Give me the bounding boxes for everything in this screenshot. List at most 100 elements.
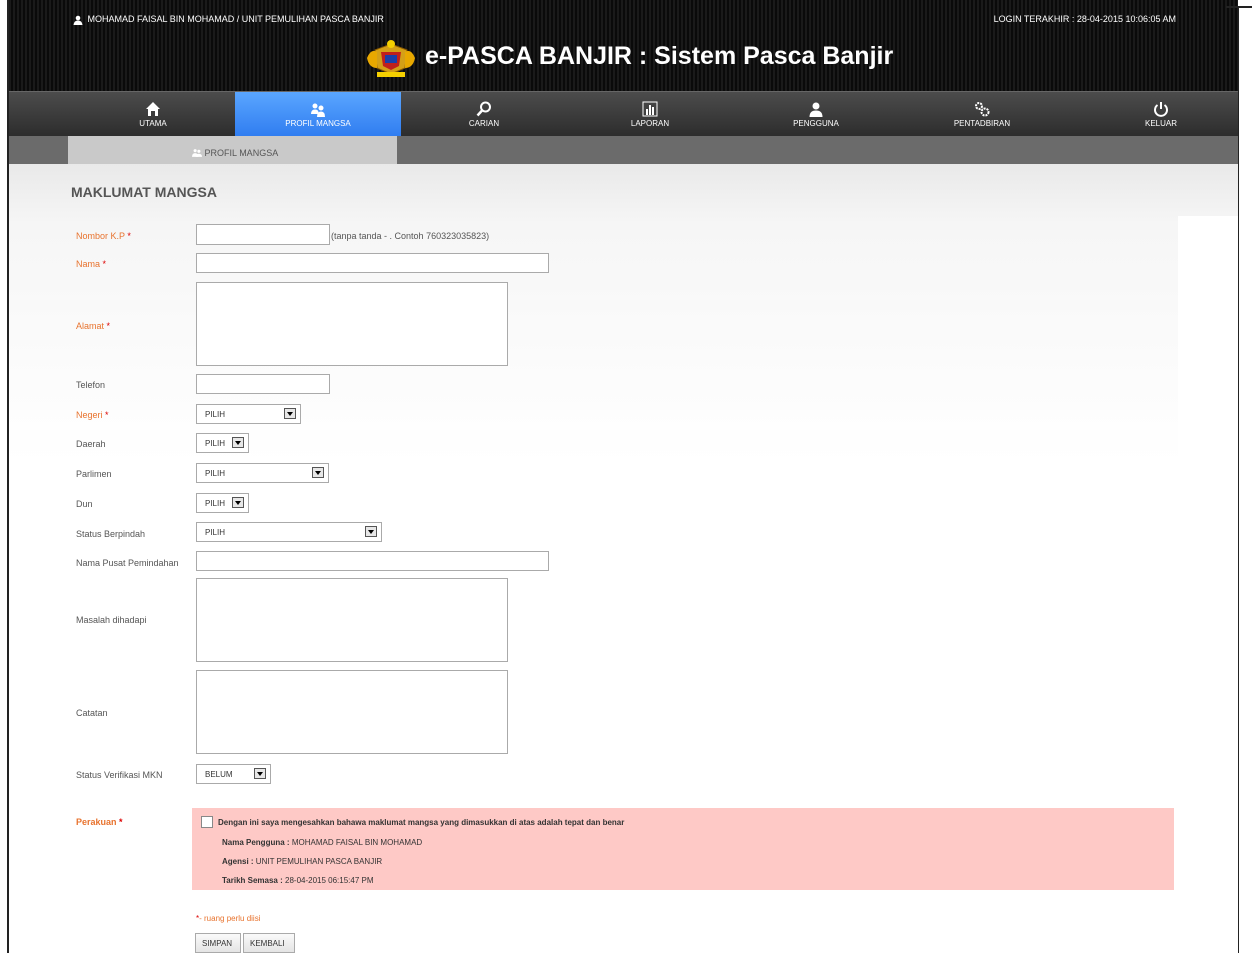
required-note-text: - ruang perlu diisi bbox=[199, 914, 261, 923]
last-login: LOGIN TERAKHIR : 28-04-2015 10:06:05 AM bbox=[993, 14, 1176, 24]
sub-nav: PROFIL MANGSA bbox=[9, 136, 1238, 164]
negeri-label: Negeri * bbox=[76, 410, 109, 420]
nama-pengguna-label: Nama Pengguna : bbox=[222, 838, 290, 847]
telefon-label: Telefon bbox=[76, 380, 106, 390]
users-icon bbox=[192, 149, 202, 157]
nav-profil-mangsa-label: PROFIL MANGSA bbox=[285, 119, 351, 128]
current-user: MOHAMAD FAISAL BIN MOHAMAD / UNIT PEMULI… bbox=[73, 14, 384, 25]
nama-pengguna-value: MOHAMAD FAISAL BIN MOHAMAD bbox=[291, 838, 423, 847]
tarikh-value: 28-04-2015 06:15:47 PM bbox=[285, 876, 374, 885]
verifikasi-select-value: BELUM bbox=[205, 770, 233, 779]
daerah-select[interactable]: PILIH bbox=[196, 433, 249, 453]
chevron-down-icon bbox=[232, 497, 244, 508]
verifikasi-label: Status Verifikasi MKN bbox=[76, 770, 163, 780]
catatan-label: Catatan bbox=[76, 708, 108, 718]
status-berpindah-select[interactable]: PILIH bbox=[196, 522, 382, 542]
power-icon bbox=[1154, 102, 1168, 117]
nokp-label-text: Nombor K.P bbox=[76, 231, 125, 241]
window-left-frame bbox=[0, 0, 9, 953]
agensi-label: Agensi : bbox=[222, 857, 254, 866]
alamat-label: Alamat * bbox=[76, 321, 111, 331]
nav-utama-label: UTAMA bbox=[139, 119, 167, 128]
agensi-value: UNIT PEMULIHAN PASCA BANJIR bbox=[255, 857, 383, 866]
user-icon bbox=[809, 102, 823, 117]
app-header: MOHAMAD FAISAL BIN MOHAMAD / UNIT PEMULI… bbox=[9, 0, 1238, 91]
perakuan-box: Dengan ini saya mengesahkan bahawa maklu… bbox=[192, 808, 1174, 890]
perakuan-label: Perakuan * bbox=[76, 817, 123, 827]
tarikh-label: Tarikh Semasa : bbox=[222, 876, 283, 885]
app-title: e-PASCA BANJIR : Sistem Pasca Banjir bbox=[425, 42, 894, 70]
status-berpindah-label: Status Berpindah bbox=[76, 529, 146, 539]
user-icon bbox=[73, 15, 83, 25]
nama-label: Nama * bbox=[76, 259, 107, 269]
dun-select-value: PILIH bbox=[205, 499, 226, 508]
perakuan-statement: Dengan ini saya mengesahkan bahawa maklu… bbox=[218, 818, 625, 827]
nav-carian[interactable]: CARIAN bbox=[401, 92, 567, 137]
nokp-label: Nombor K.P * bbox=[76, 231, 131, 241]
dun-select[interactable]: PILIH bbox=[196, 493, 249, 513]
daerah-select-value: PILIH bbox=[205, 439, 226, 448]
nav-pengguna-label: PENGGUNA bbox=[793, 119, 839, 128]
verifikasi-select[interactable]: BELUM bbox=[196, 764, 271, 784]
chevron-down-icon bbox=[365, 526, 377, 537]
alamat-label-text: Alamat bbox=[76, 321, 105, 331]
telefon-input[interactable] bbox=[196, 374, 330, 394]
masalah-label: Masalah dihadapi bbox=[76, 615, 147, 625]
nav-laporan[interactable]: LAPORAN bbox=[567, 92, 733, 137]
required-note: *- ruang perlu diisi bbox=[196, 914, 261, 923]
current-user-text: MOHAMAD FAISAL BIN MOHAMAD / UNIT PEMULI… bbox=[87, 14, 384, 24]
nav-keluar-label: KELUAR bbox=[1144, 119, 1177, 128]
alamat-textarea[interactable] bbox=[196, 282, 508, 366]
blank-region bbox=[1178, 216, 1238, 591]
nav-pengguna[interactable]: PENGGUNA bbox=[733, 92, 899, 137]
tab-profil-mangsa[interactable]: PROFIL MANGSA bbox=[68, 136, 397, 164]
parlimen-select[interactable]: PILIH bbox=[196, 463, 329, 483]
nav-pentadbiran[interactable]: PENTADBIRAN bbox=[899, 92, 1065, 137]
catatan-textarea[interactable] bbox=[196, 670, 508, 754]
daerah-label: Daerah bbox=[76, 439, 106, 449]
pusat-pemindahan-input[interactable] bbox=[196, 551, 549, 571]
home-icon bbox=[146, 102, 160, 116]
negeri-select-value: PILIH bbox=[205, 410, 226, 419]
nokp-hint: (tanpa tanda - . Contoh 760323035823) bbox=[331, 231, 490, 241]
simpan-button[interactable]: SIMPAN bbox=[195, 933, 241, 953]
nav-profil-mangsa[interactable]: PROFIL MANGSA bbox=[235, 92, 401, 137]
dun-label: Dun bbox=[76, 499, 93, 509]
chevron-down-icon bbox=[254, 768, 266, 779]
window-right-frame bbox=[1238, 8, 1239, 953]
perakuan-checkbox[interactable] bbox=[201, 816, 213, 828]
nav-pentadbiran-label: PENTADBIRAN bbox=[953, 119, 1011, 128]
perakuan-agensi: Agensi : UNIT PEMULIHAN PASCA BANJIR bbox=[222, 857, 382, 866]
masalah-textarea[interactable] bbox=[196, 578, 508, 662]
chevron-down-icon bbox=[312, 467, 324, 478]
coat-of-arms-logo bbox=[367, 40, 415, 77]
parlimen-label: Parlimen bbox=[76, 469, 112, 479]
nav-carian-label: CARIAN bbox=[468, 119, 500, 128]
perakuan-label-text: Perakuan bbox=[76, 817, 117, 827]
negeri-label-text: Negeri bbox=[76, 410, 103, 420]
negeri-select[interactable]: PILIH bbox=[196, 404, 301, 424]
window-right-frame-corner bbox=[1226, 6, 1252, 8]
pusat-pemindahan-label: Nama Pusat Pemindahan bbox=[76, 558, 179, 568]
form-heading: MAKLUMAT MANGSA bbox=[71, 184, 217, 200]
nav-keluar[interactable]: KELUAR bbox=[1086, 92, 1236, 137]
form-panel: MAKLUMAT MANGSA Nombor K.P * (tanpa tand… bbox=[9, 164, 1238, 953]
chart-icon bbox=[642, 101, 658, 117]
nama-label-text: Nama bbox=[76, 259, 101, 269]
main-nav: UTAMA PROFIL MANGSA CARIAN LAPORAN PENGG… bbox=[9, 91, 1238, 137]
status-berpindah-select-value: PILIH bbox=[205, 528, 226, 537]
nokp-input[interactable] bbox=[196, 224, 330, 245]
chevron-down-icon bbox=[232, 437, 244, 448]
parlimen-select-value: PILIH bbox=[205, 469, 226, 478]
perakuan-tarikh: Tarikh Semasa : 28-04-2015 06:15:47 PM bbox=[222, 876, 374, 885]
search-icon bbox=[476, 101, 491, 117]
tab-profil-mangsa-label: PROFIL MANGSA bbox=[204, 148, 279, 158]
nav-utama[interactable]: UTAMA bbox=[71, 92, 235, 137]
nama-input[interactable] bbox=[196, 253, 549, 273]
chevron-down-icon bbox=[284, 408, 296, 419]
perakuan-nama-pengguna: Nama Pengguna : MOHAMAD FAISAL BIN MOHAM… bbox=[222, 838, 422, 847]
nav-laporan-label: LAPORAN bbox=[630, 119, 670, 128]
gears-icon bbox=[975, 102, 990, 117]
kembali-button[interactable]: KEMBALI bbox=[243, 933, 295, 953]
users-icon bbox=[311, 103, 325, 117]
